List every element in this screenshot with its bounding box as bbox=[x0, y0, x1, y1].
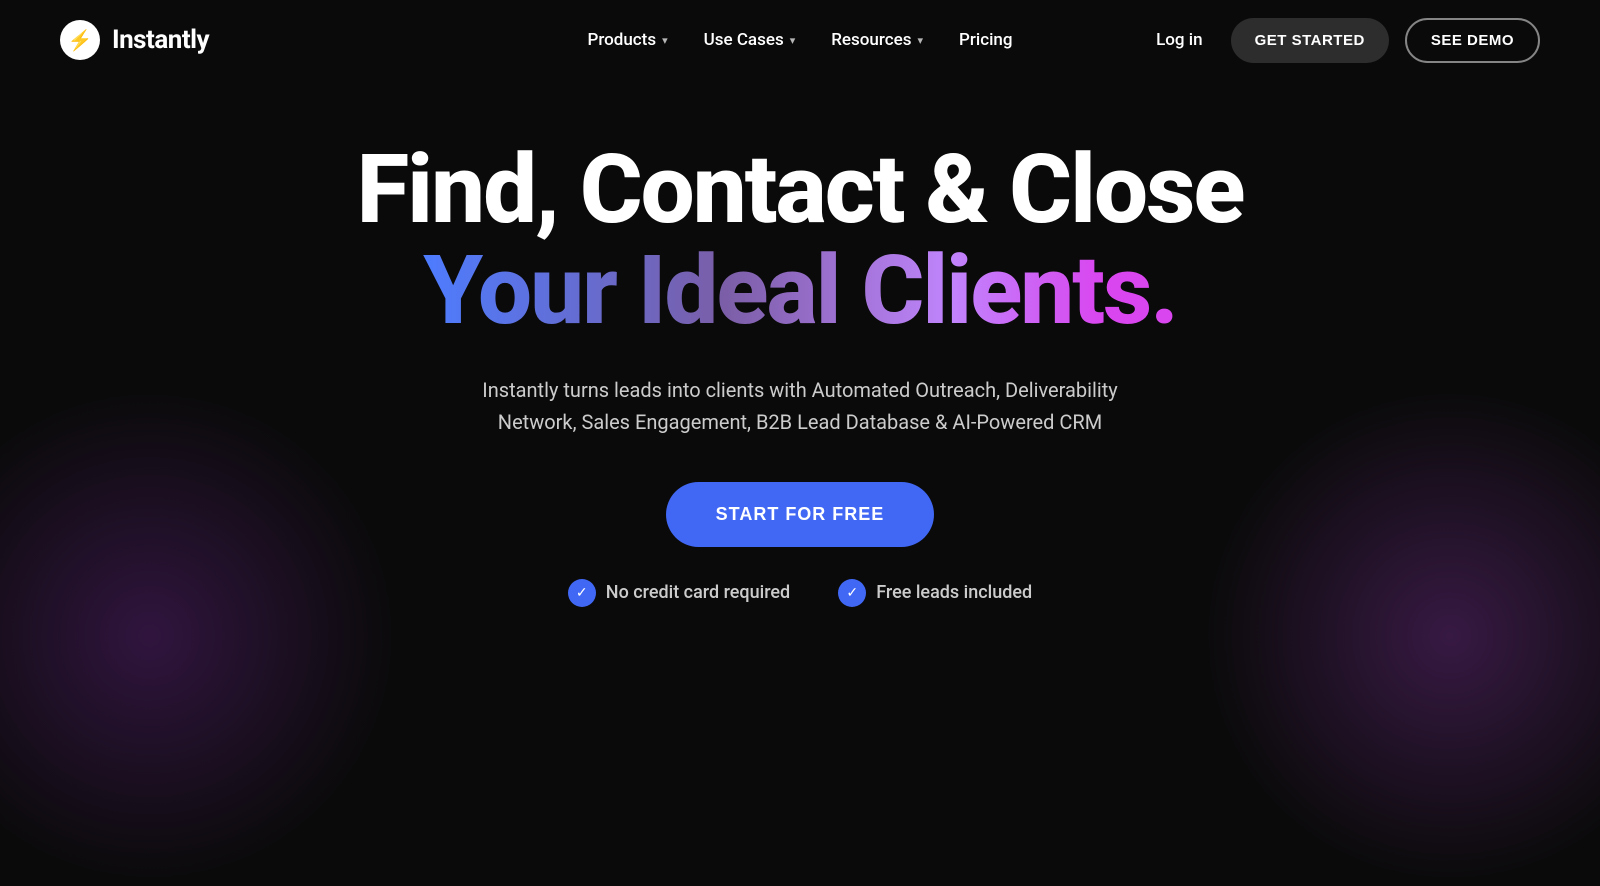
chevron-down-icon: ▾ bbox=[790, 34, 796, 47]
get-started-button[interactable]: GET STARTED bbox=[1231, 18, 1389, 63]
hero-title-line2: Your Ideal Clients. bbox=[423, 241, 1177, 342]
badge-label-1: No credit card required bbox=[606, 582, 790, 603]
login-button[interactable]: Log in bbox=[1144, 22, 1214, 58]
nav-resources[interactable]: Resources ▾ bbox=[817, 22, 937, 58]
nav-pricing[interactable]: Pricing bbox=[945, 22, 1027, 58]
hero-title-line1: Find, Contact & Close bbox=[357, 140, 1244, 241]
start-free-button[interactable]: START FOR FREE bbox=[666, 482, 935, 547]
nav-links: Products ▾ Use Cases ▾ Resources ▾ Prici… bbox=[573, 22, 1026, 58]
lightning-icon: ⚡ bbox=[68, 28, 93, 52]
check-icon: ✓ bbox=[838, 579, 866, 607]
badge-no-credit-card: ✓ No credit card required bbox=[568, 579, 790, 607]
nav-right: Log in GET STARTED SEE DEMO bbox=[1144, 18, 1540, 63]
chevron-down-icon: ▾ bbox=[662, 34, 668, 47]
check-icon: ✓ bbox=[568, 579, 596, 607]
badge-free-leads: ✓ Free leads included bbox=[838, 579, 1032, 607]
hero-subtitle: Instantly turns leads into clients with … bbox=[460, 374, 1140, 438]
nav-products[interactable]: Products ▾ bbox=[573, 22, 681, 58]
hero-section: Find, Contact & Close Your Ideal Clients… bbox=[0, 80, 1600, 647]
badge-label-2: Free leads included bbox=[876, 582, 1032, 603]
navbar: ⚡ Instantly Products ▾ Use Cases ▾ Resou… bbox=[0, 0, 1600, 80]
logo-icon: ⚡ bbox=[60, 20, 100, 60]
hero-badges: ✓ No credit card required ✓ Free leads i… bbox=[568, 579, 1032, 607]
chevron-down-icon: ▾ bbox=[917, 34, 923, 47]
nav-use-cases[interactable]: Use Cases ▾ bbox=[690, 22, 810, 58]
see-demo-button[interactable]: SEE DEMO bbox=[1405, 18, 1540, 63]
logo-text: Instantly bbox=[112, 25, 209, 55]
logo[interactable]: ⚡ Instantly bbox=[60, 20, 209, 60]
